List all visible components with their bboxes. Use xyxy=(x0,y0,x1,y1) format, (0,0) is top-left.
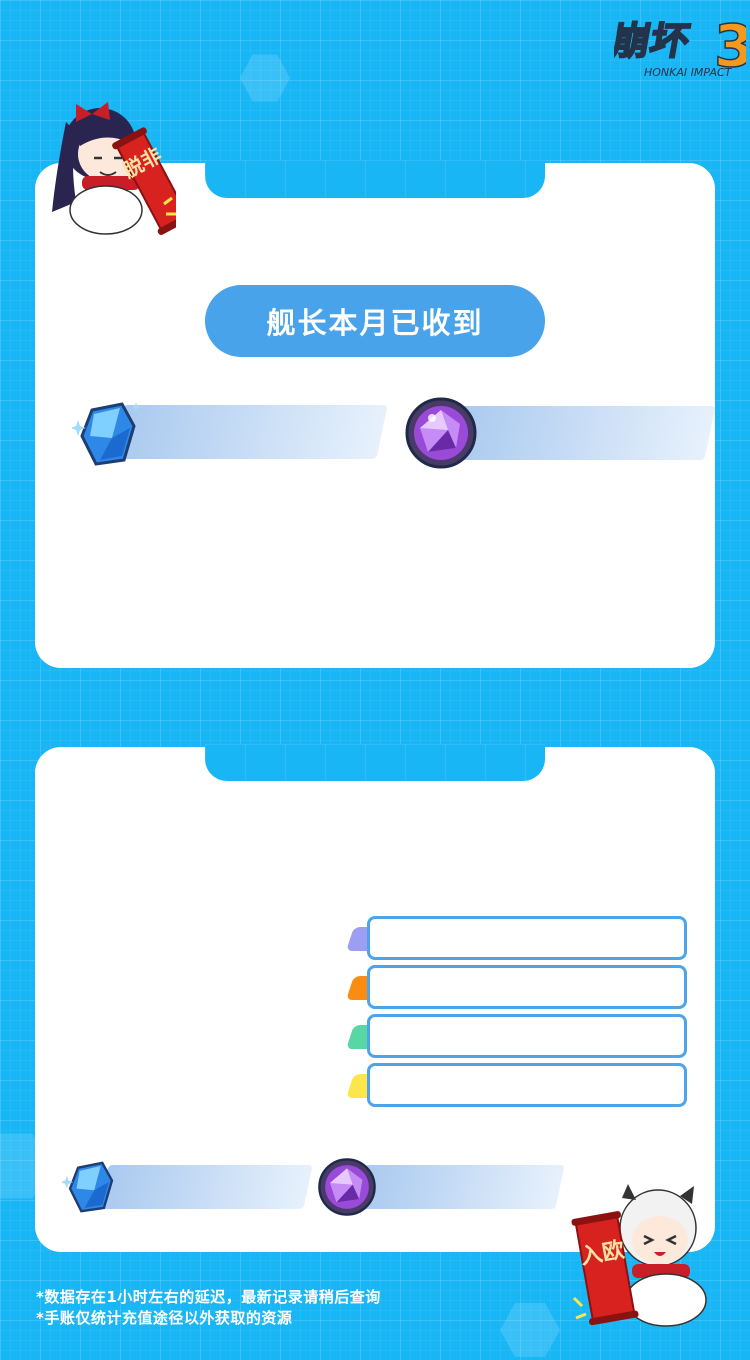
footnote-scope: *手账仅统计充值途径以外获取的资源 xyxy=(36,1309,293,1327)
logo-subtext: HONKAI IMPACT xyxy=(644,66,733,79)
summary-card-notch xyxy=(205,160,545,198)
crystal-amount-bar xyxy=(112,405,388,459)
legend-row-4 xyxy=(367,1063,687,1107)
svg-text:崩坏: 崩坏 xyxy=(614,19,693,64)
crystal-icon xyxy=(72,402,141,466)
crystal-total-bar xyxy=(99,1165,313,1209)
honkai-impact-logo: 崩坏 3 HONKAI IMPACT xyxy=(614,11,746,81)
footnote-delay: *数据存在1小时左右的延迟，最新记录请稍后查询 xyxy=(36,1288,381,1306)
stigma-orb-icon xyxy=(405,397,477,469)
crystal-icon xyxy=(62,1161,114,1213)
chibi-character-right: 入欧 xyxy=(571,1184,707,1327)
stigma-orb-icon xyxy=(318,1158,376,1216)
stigma-orb-total-bar xyxy=(355,1165,565,1209)
monthly-received-pill: 舰长本月已收到 xyxy=(205,285,545,357)
chibi-character-left: 脱非 xyxy=(52,102,176,235)
decor-hexagon xyxy=(500,1303,560,1357)
legend-row-1 xyxy=(367,916,687,960)
stigma-orb-amount-bar xyxy=(446,406,716,460)
legend-row-2 xyxy=(367,965,687,1009)
legend-row-3 xyxy=(367,1014,687,1058)
decor-hexagon xyxy=(240,54,290,102)
detail-card-notch xyxy=(205,744,545,781)
